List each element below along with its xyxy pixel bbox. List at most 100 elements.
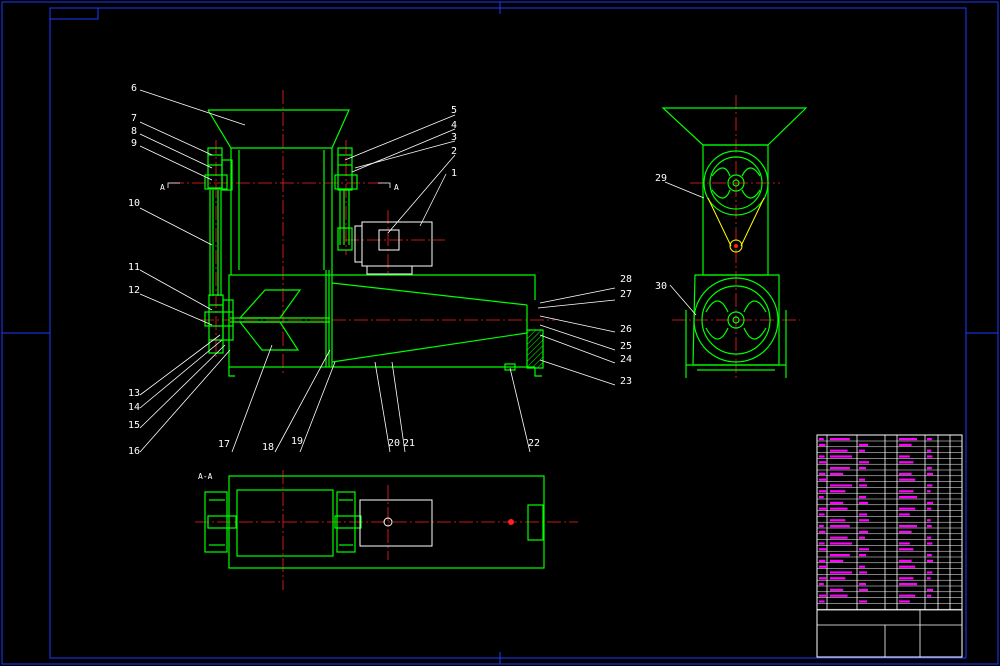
title-block-text-mark: [819, 438, 824, 441]
title-block-text-mark: [819, 559, 826, 562]
title-block-text-mark: [927, 577, 931, 580]
top-motor: [359, 499, 433, 547]
part-number-20: 20: [388, 438, 400, 449]
title-block-text-mark: [859, 554, 866, 557]
title-block: [816, 434, 963, 658]
part-number-19: 19: [291, 436, 303, 447]
title-block-text-mark: [830, 455, 852, 458]
title-block-text-mark: [927, 542, 933, 545]
title-block-text-mark: [830, 490, 846, 493]
part-number-9: 9: [131, 138, 137, 149]
front-leader-lines: [139, 89, 616, 453]
part-number-12: 12: [128, 285, 140, 296]
title-block-text-mark: [830, 519, 846, 522]
drawing-frame: [1, 1, 999, 665]
part-number-7: 7: [131, 113, 137, 124]
part-number-30: 30: [655, 281, 667, 292]
title-block-text-mark: [819, 478, 827, 481]
title-block-text-mark: [819, 594, 827, 597]
title-block-text-mark: [819, 530, 826, 533]
title-block-text-mark: [830, 501, 844, 504]
title-block-text-mark: [830, 472, 844, 475]
part-number-16: 16: [128, 446, 140, 457]
title-block-text-mark: [927, 490, 931, 493]
top-view-marker: [508, 519, 514, 525]
title-block-text-mark: [830, 438, 850, 441]
title-block-text-mark: [899, 513, 910, 516]
part-number-17: 17: [218, 439, 230, 450]
title-block-text-mark: [819, 600, 825, 603]
title-block-text-mark: [830, 577, 846, 580]
part-number-21: 21: [403, 438, 415, 449]
part-number-5: 5: [451, 105, 457, 116]
title-block-text-mark: [859, 484, 867, 487]
title-block-text-mark: [819, 461, 827, 464]
title-block-text-mark: [859, 501, 868, 504]
title-block-text-mark: [899, 583, 917, 586]
title-block-text-mark: [830, 594, 848, 597]
title-block-text-mark: [819, 443, 826, 446]
side-view: 29 30: [655, 95, 808, 378]
title-block-text-mark: [819, 525, 824, 528]
title-block-text-mark: [830, 536, 848, 539]
title-block-text-mark: [899, 490, 914, 493]
title-block-text-mark: [819, 583, 824, 586]
title-block-text-mark: [927, 455, 933, 458]
title-block-text-mark: [927, 467, 932, 470]
top-centerlines: [195, 470, 578, 590]
title-block-text-mark: [859, 588, 868, 591]
title-block-text-mark: [899, 438, 917, 441]
part-number-6: 6: [131, 83, 137, 94]
part-number-15: 15: [128, 420, 140, 431]
title-block-text-mark: [899, 496, 917, 499]
motor: [354, 221, 433, 275]
part-number-11: 11: [128, 262, 140, 273]
drawing-canvas: A A 1 2 3 4 5 6 7 8 9 10 11 12 13 14 15 …: [1, 1, 999, 665]
title-block-text-mark: [899, 525, 917, 528]
title-block-text-mark: [927, 588, 933, 591]
title-block-text-mark: [859, 449, 865, 452]
section-mark-left: A: [160, 183, 165, 192]
title-block-text-mark: [859, 478, 865, 481]
title-block-text-mark: [830, 554, 850, 557]
press-body: [228, 270, 544, 377]
title-block-text-mark: [819, 507, 827, 510]
part-number-29: 29: [655, 173, 667, 184]
title-block-text-mark: [859, 548, 869, 551]
title-block-text-mark: [899, 461, 914, 464]
title-block-text-mark: [927, 536, 932, 539]
title-block-text-mark: [859, 513, 867, 516]
front-view: A A 1 2 3 4 5 6 7 8 9 10 11 12 13 14 15 …: [128, 83, 632, 457]
title-block-text-mark: [819, 513, 825, 516]
title-block-text-mark: [927, 594, 932, 597]
part-number-13: 13: [128, 388, 140, 399]
title-block-text-mark: [859, 443, 868, 446]
part-number-3: 3: [451, 132, 457, 143]
hopper: [207, 109, 350, 275]
title-block-text-mark: [819, 472, 826, 475]
title-block-text-mark: [899, 455, 910, 458]
title-block-text-mark: [927, 484, 933, 487]
title-block-text-mark: [927, 449, 932, 452]
part-number-26: 26: [620, 324, 632, 335]
side-leader-lines: [664, 181, 705, 316]
part-number-22: 22: [528, 438, 540, 449]
title-block-text-mark: [927, 525, 932, 528]
top-view: A-A: [195, 470, 578, 590]
part-number-23: 23: [620, 376, 632, 387]
part-number-25: 25: [620, 341, 632, 352]
title-block-text-mark: [927, 519, 931, 522]
title-block-text-mark: [819, 490, 827, 493]
title-block-text-mark: [899, 507, 916, 510]
title-block-text-mark: [927, 554, 932, 557]
title-block-text-mark: [819, 496, 824, 499]
title-block-text-mark: [927, 501, 933, 504]
title-block-text-mark: [899, 478, 916, 481]
title-block-text-mark: [859, 496, 866, 499]
part-number-2: 2: [451, 146, 457, 157]
top-view-label: A-A: [198, 472, 213, 481]
title-block-text-mark: [830, 542, 852, 545]
title-block-text-mark: [859, 536, 865, 539]
title-block-text-mark: [830, 507, 848, 510]
part-number-28: 28: [620, 274, 632, 285]
